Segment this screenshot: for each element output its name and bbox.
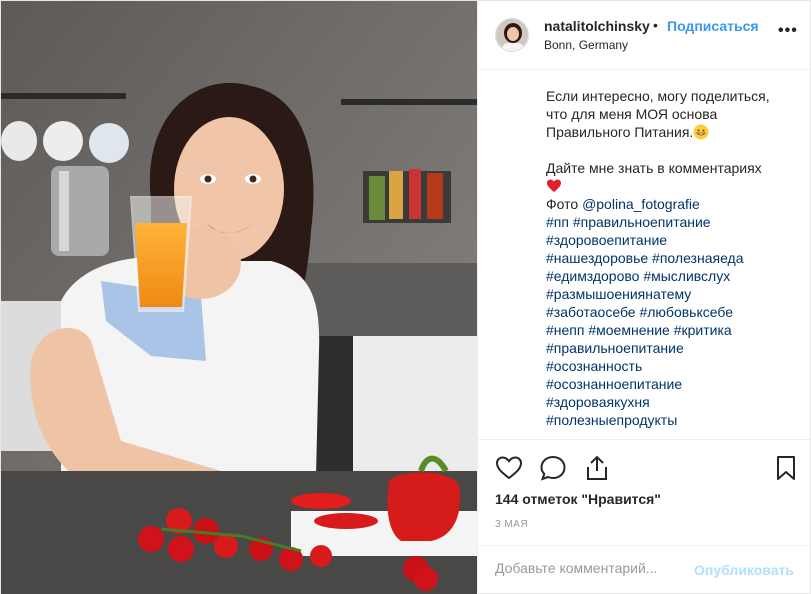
publish-button[interactable]: Опубликовать [694, 562, 794, 578]
hashtag-line[interactable]: #здороваякухня [546, 393, 801, 411]
username-link[interactable]: natalitolchinsky [544, 18, 650, 34]
more-options-button[interactable]: ••• [778, 22, 798, 40]
post-photo[interactable] [1, 1, 477, 594]
hashtag-line[interactable]: #едимздорово #мысливслух [546, 267, 801, 285]
caption-line: что для меня МОЯ основа [546, 106, 718, 122]
red-heart-emoji-icon [547, 179, 561, 192]
hashtag-line[interactable]: #пп #правильноепитание [546, 213, 801, 231]
hashtag-line[interactable]: #осознанноепитание [546, 375, 801, 393]
grinning-face-emoji-icon [693, 124, 709, 140]
hashtag-line[interactable]: #правильноепитание [546, 339, 801, 357]
hashtag-line[interactable]: #заботаосебе #любовьксебе [546, 303, 801, 321]
caption-line: Дайте мне знать в комментариях [546, 160, 762, 176]
hashtag-line[interactable]: #нашездоровье #полезнаяеда [546, 249, 801, 267]
caption-line: Фото @polina_fotografie [546, 195, 801, 213]
post-header: natalitolchinsky • Подписаться Bonn, Ger… [478, 1, 811, 70]
post-details-panel: natalitolchinsky • Подписаться Bonn, Ger… [477, 1, 811, 594]
hashtag-line[interactable]: #размышоениянатему [546, 285, 801, 303]
comment-input[interactable] [495, 560, 695, 576]
speech-bubble-icon[interactable] [539, 454, 567, 482]
header-separator: • [653, 17, 658, 33]
likes-count[interactable]: 144 отметок "Нравится" [495, 491, 661, 507]
hashtag-line[interactable]: #полезныепродукты [546, 411, 801, 429]
photo-credit-prefix: Фото [546, 196, 583, 212]
heart-icon[interactable] [495, 454, 523, 482]
post-date: 3 МАЯ [495, 519, 529, 530]
location-link[interactable]: Bonn, Germany [544, 38, 628, 52]
post-caption: Если интересно, могу поделиться, что для… [546, 87, 801, 429]
caption-line: Правильного Питания. [546, 123, 801, 141]
action-bar [478, 439, 811, 495]
comment-bar: Опубликовать [478, 545, 811, 594]
post-photo-image [1, 1, 477, 594]
hashtag-line[interactable]: #здоровоепитание [546, 231, 801, 249]
bookmark-icon[interactable] [772, 454, 800, 482]
hashtag-line[interactable]: #непп #моемнение #критика [546, 321, 801, 339]
hashtag-line[interactable]: #осознанность [546, 357, 801, 375]
caption-line: Если интересно, могу поделиться, [546, 88, 770, 104]
instagram-post: natalitolchinsky • Подписаться Bonn, Ger… [0, 0, 811, 594]
follow-button[interactable]: Подписаться [667, 18, 759, 34]
share-icon[interactable] [583, 454, 611, 482]
mention-link[interactable]: @polina_fotografie [582, 196, 700, 212]
caption-text: Правильного Питания. [546, 124, 694, 140]
avatar[interactable] [495, 18, 529, 52]
caption-line [546, 177, 801, 195]
